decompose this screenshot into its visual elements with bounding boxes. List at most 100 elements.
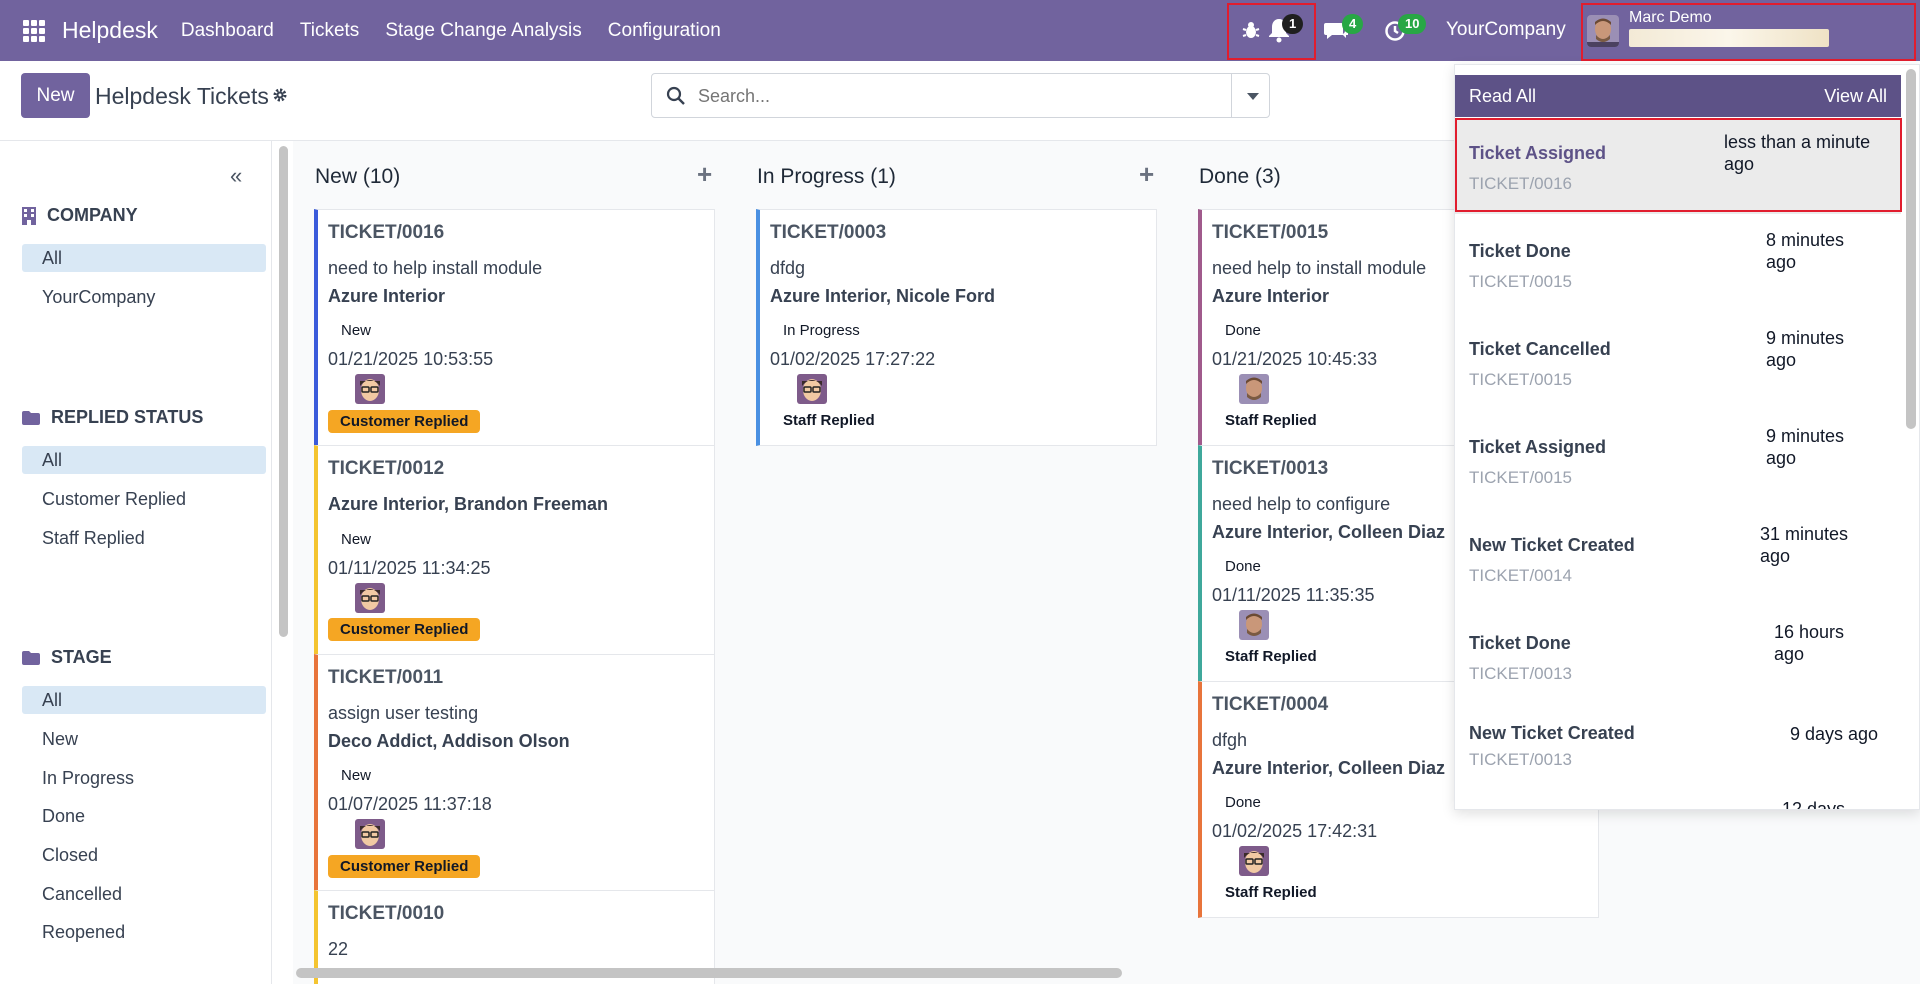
customer-replied-tag: Customer Replied <box>328 618 481 641</box>
facet-stage-in-progress[interactable]: In Progress <box>22 764 266 792</box>
column-header-new[interactable]: New (10) <box>315 165 400 189</box>
ticket-partner: Deco Addict, Addison Olson <box>328 731 570 751</box>
menu-tickets[interactable]: Tickets <box>287 20 372 42</box>
column-header-done[interactable]: Done (3) <box>1199 165 1281 189</box>
activity-count-badge: 10 <box>1398 14 1427 34</box>
ticket-partner: Azure Interior, Colleen Diaz <box>1212 522 1446 542</box>
facet-stage-new[interactable]: New <box>22 725 266 753</box>
notification-time: 31 minutes ago <box>1760 524 1849 566</box>
assignee-avatar[interactable] <box>1239 846 1269 876</box>
app-brand[interactable]: Helpdesk <box>62 17 158 44</box>
dropdown-header: Read All View All <box>1455 75 1901 117</box>
section-company: COMPANY <box>22 205 138 226</box>
highlight-bell <box>1227 3 1316 60</box>
search-panel-sidebar: « COMPANY All YourCompany REPLIED STATUS… <box>0 141 272 984</box>
column-header-in-progress[interactable]: In Progress (1) <box>757 165 896 189</box>
notification-item[interactable]: New Ticket Created TICKET/0014 31 minute… <box>1455 512 1901 606</box>
notification-time: 9 minutes ago <box>1766 328 1845 370</box>
notification-title: Ticket Cancelled <box>1469 339 1611 359</box>
gear-icon[interactable] <box>272 87 288 108</box>
notification-ticket-ref: TICKET/0014 <box>1469 566 1572 585</box>
new-ticket-button[interactable]: New <box>21 73 90 118</box>
ticket-date: 01/21/2025 10:45:33 <box>1212 349 1378 369</box>
sidebar-scrollbar[interactable] <box>279 146 288 637</box>
notification-item[interactable]: Ticket Assigned TICKET/0015 9 minutes ago <box>1455 414 1901 508</box>
notification-title: Ticket Done <box>1469 241 1571 261</box>
facet-stage-done[interactable]: Done <box>22 802 266 830</box>
search-icon <box>666 86 686 111</box>
facet-staff-replied[interactable]: Staff Replied <box>22 524 266 552</box>
facet-customer-replied[interactable]: Customer Replied <box>22 485 266 513</box>
notification-title: Ticket Done <box>1469 633 1571 653</box>
facet-stage-reopened[interactable]: Reopened <box>22 918 266 946</box>
ticket-description: assign user testing <box>328 703 479 723</box>
staff-replied-tag: Staff Replied <box>1225 648 1317 665</box>
staff-replied-tag: Staff Replied <box>783 412 875 429</box>
ticket-ref: TICKET/0011 <box>328 667 444 688</box>
facet-stage-all[interactable]: All <box>22 686 266 714</box>
notification-title: Ticket Assigned <box>1469 437 1607 457</box>
assignee-avatar[interactable] <box>1239 610 1269 640</box>
assignee-avatar[interactable] <box>1239 374 1269 404</box>
ticket-partner: Azure Interior, Colleen Diaz <box>1212 758 1446 778</box>
notification-title: New Ticket Created <box>1469 723 1635 743</box>
ticket-card[interactable]: TICKET/0011 assign user testing Deco Add… <box>314 654 715 891</box>
dropdown-scrollbar[interactable] <box>1906 69 1916 429</box>
ticket-date: 01/21/2025 10:53:55 <box>328 349 494 369</box>
folder-icon <box>22 410 40 425</box>
facet-replied-all[interactable]: All <box>22 446 266 474</box>
menu-dashboard[interactable]: Dashboard <box>168 20 287 42</box>
facet-stage-closed[interactable]: Closed <box>22 841 266 869</box>
ticket-ref: TICKET/0012 <box>328 458 445 479</box>
notification-item[interactable]: Ticket Cancelled TICKET/0015 9 minutes ag… <box>1455 316 1901 410</box>
staff-replied-tag: Staff Replied <box>1225 884 1317 901</box>
ticket-ref: TICKET/0003 <box>770 222 887 243</box>
apps-grid-icon[interactable] <box>23 19 45 42</box>
quick-create-new-button[interactable]: + <box>697 159 712 190</box>
folder-icon <box>22 650 40 665</box>
notification-item[interactable]: New Ticket Created TICKET/0013 9 days ag… <box>1455 700 1901 794</box>
notification-item[interactable]: Ticket Done TICKET/0015 8 minutes ago <box>1455 218 1901 312</box>
facet-company-all[interactable]: All <box>22 244 266 272</box>
assignee-avatar[interactable] <box>355 374 385 404</box>
ticket-date: 01/02/2025 17:27:22 <box>770 349 936 369</box>
ticket-card[interactable]: TICKET/0016 need to help install module … <box>314 209 715 446</box>
ticket-card[interactable]: TICKET/0012 Azure Interior, Brandon Free… <box>314 445 715 655</box>
ticket-stage: Done <box>1225 794 1261 811</box>
ticket-date: 01/11/2025 11:35:35 <box>1212 585 1375 605</box>
ticket-stage: New <box>341 767 372 784</box>
ticket-ref: TICKET/0016 <box>328 222 445 243</box>
highlight-first-notification <box>1455 118 1902 212</box>
company-switcher[interactable]: YourCompany <box>1446 19 1566 41</box>
notification-title: New Ticket Created <box>1469 535 1635 555</box>
notification-ticket-ref: TICKET/0013 <box>1469 750 1572 769</box>
notification-time: 12 days <box>1782 799 1846 810</box>
notification-ticket-ref: TICKET/0015 <box>1469 468 1572 487</box>
notification-item[interactable]: Ticket Done TICKET/0013 16 hours ago <box>1455 610 1901 704</box>
ticket-description: need help to configure <box>1212 494 1391 514</box>
search-input[interactable] <box>698 86 1178 107</box>
assignee-avatar[interactable] <box>797 374 827 404</box>
notification-time: 9 days ago <box>1790 724 1879 744</box>
kanban-horizontal-scrollbar[interactable] <box>296 968 1122 978</box>
quick-create-in-progress-button[interactable]: + <box>1139 159 1154 190</box>
ticket-card[interactable]: TICKET/0003 dfdg Azure Interior, Nicole … <box>756 209 1157 446</box>
ticket-stage: New <box>341 322 372 339</box>
facet-company-yourcompany[interactable]: YourCompany <box>22 283 266 311</box>
read-all-button[interactable]: Read All <box>1469 86 1536 107</box>
ticket-partner: Azure Interior <box>1212 286 1330 306</box>
search-options-toggle[interactable] <box>1231 74 1271 117</box>
ticket-stage: Done <box>1225 558 1261 575</box>
facet-stage-cancelled[interactable]: Cancelled <box>22 880 266 908</box>
section-title-label: STAGE <box>51 647 112 667</box>
section-title-label: COMPANY <box>47 205 138 225</box>
assignee-avatar[interactable] <box>355 583 385 613</box>
notification-item[interactable]: 12 days <box>1455 790 1901 810</box>
section-stage: STAGE <box>22 647 112 668</box>
collapse-sidebar-button[interactable]: « <box>230 163 242 189</box>
view-all-button[interactable]: View All <box>1824 86 1887 107</box>
menu-configuration[interactable]: Configuration <box>595 20 734 42</box>
assignee-avatar[interactable] <box>355 819 385 849</box>
menu-stage-change-analysis[interactable]: Stage Change Analysis <box>372 20 594 42</box>
ticket-description: need help to install module <box>1212 258 1427 278</box>
